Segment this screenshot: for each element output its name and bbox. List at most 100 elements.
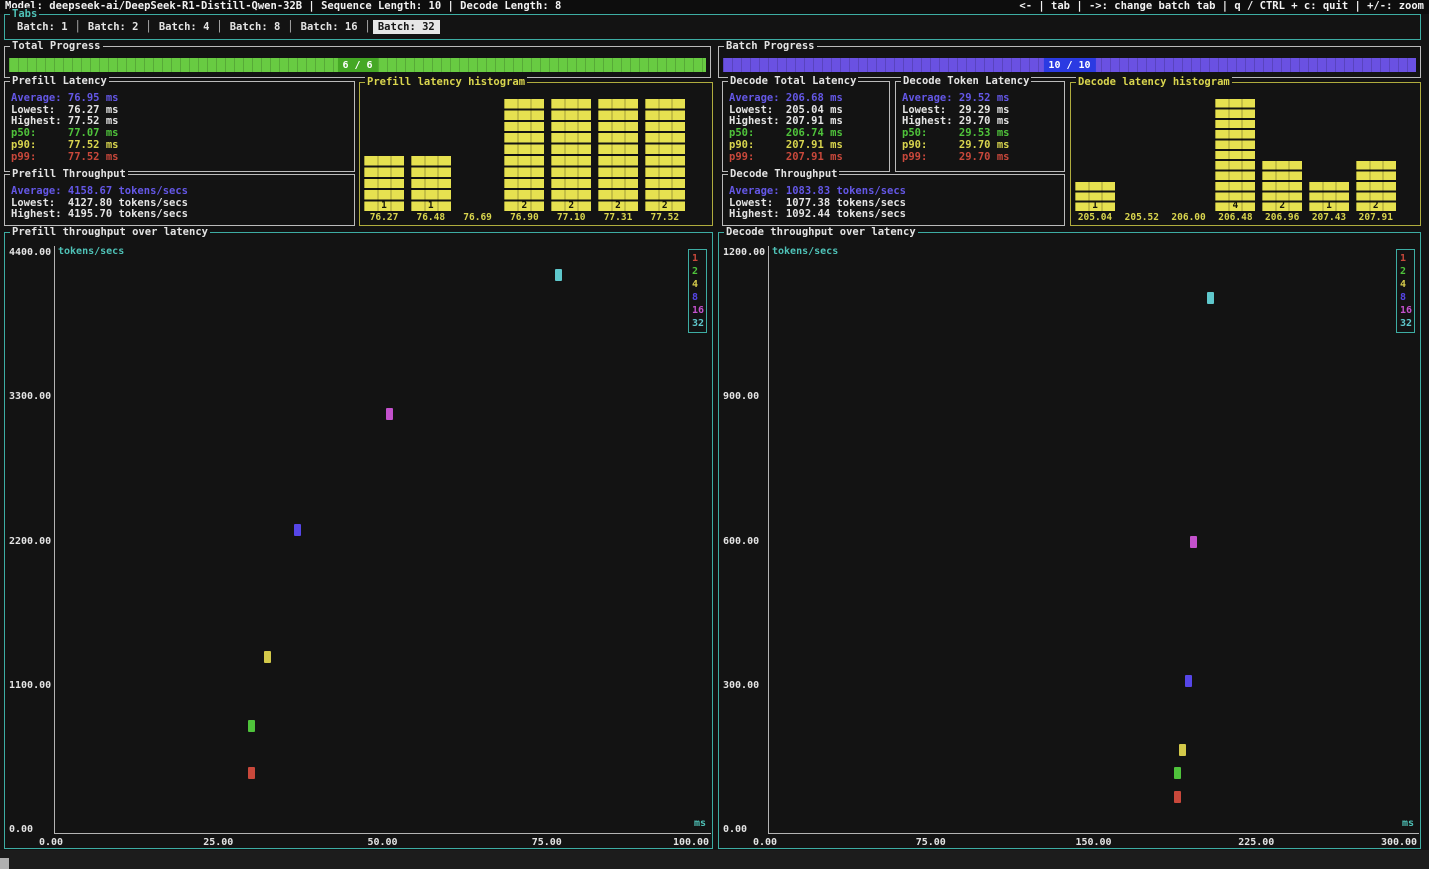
y-tick-label: 300.00: [723, 680, 769, 692]
decode-token-latency-box: Decode Token Latency Average: 29.52 msLo…: [895, 81, 1065, 172]
histogram-bin-label: 207.43: [1309, 212, 1349, 223]
y-tick-label: 4400.00: [9, 247, 55, 259]
stat-row: Average: 206.68 ms: [729, 93, 886, 105]
y-tick-label: 600.00: [723, 536, 769, 548]
stat-row: p90: 77.52 ms: [11, 140, 351, 152]
histogram-bar: 2: [645, 99, 685, 211]
histogram-bar: 2: [1356, 161, 1396, 211]
scatter-point-batch-2: [1174, 767, 1181, 779]
stat-row: Average: 29.52 ms: [902, 93, 1061, 105]
histogram-bin-label: 76.27: [364, 212, 404, 223]
y-tick-label: 3300.00: [9, 391, 55, 403]
total-progress-bar: 6 / 6: [9, 58, 706, 72]
prefill-histogram-plot: 176.27176.4876.69276.90277.10277.31277.5…: [360, 83, 712, 225]
y-tick-label: 2200.00: [9, 536, 55, 548]
histogram-bar: 2: [598, 99, 638, 211]
tab-batch-32[interactable]: Batch: 32: [373, 20, 440, 34]
histogram-bin-label: 77.31: [598, 212, 638, 223]
tab-batch-4[interactable]: Batch: 4: [154, 20, 215, 34]
decode-scatter-plot: tokens/secsms0.00300.00600.00900.001200.…: [719, 233, 1420, 848]
chart-legend: 12481632: [688, 249, 707, 333]
legend-entry-batch-32: 32: [1400, 317, 1414, 330]
decode-total-latency-box: Decode Total Latency Average: 206.68 msL…: [722, 81, 890, 172]
tab-divider: │: [214, 21, 224, 33]
stat-row: Average: 4158.67 tokens/secs: [11, 186, 351, 198]
scatter-point-batch-32: [1207, 292, 1214, 304]
prefill-latency-rows: Average: 76.95 msLowest: 76.27 msHighest…: [11, 93, 351, 163]
x-tick-label: 100.00: [673, 837, 709, 849]
histogram-bar-count: 2: [504, 201, 544, 210]
histogram-bar-count: 2: [1356, 202, 1396, 210]
y-tick-label: 1100.00: [9, 680, 55, 692]
histogram-bin-label: 76.90: [504, 212, 544, 223]
legend-entry-batch-16: 16: [692, 304, 706, 317]
legend-entry-batch-8: 8: [692, 291, 706, 304]
stat-row: p90: 207.91 ms: [729, 140, 886, 152]
tab-divider: │: [143, 21, 153, 33]
total-progress-label: 6 / 6: [337, 58, 377, 72]
tab-batch-16[interactable]: Batch: 16: [296, 20, 363, 34]
stat-row: p99: 29.70 ms: [902, 152, 1061, 164]
histogram-bar: 1: [1075, 182, 1115, 211]
legend-entry-batch-4: 4: [692, 278, 706, 291]
model-info: Model: deepseek-ai/DeepSeek-R1-Distill-Q…: [5, 0, 561, 14]
x-axis-unit-label: ms: [1402, 818, 1414, 830]
y-tick-label: 1200.00: [723, 247, 769, 259]
terminal-screen: Model: deepseek-ai/DeepSeek-R1-Distill-Q…: [0, 0, 1429, 869]
legend-entry-batch-1: 1: [692, 252, 706, 265]
histogram-bin-label: 207.91: [1356, 212, 1396, 223]
x-tick-label: 225.00: [1238, 837, 1274, 849]
keybinding-help: <- | tab | ->: change batch tab | q / CT…: [1019, 0, 1424, 14]
chart-legend: 12481632: [1396, 249, 1415, 333]
terminal-bottom-strip: [0, 850, 1429, 869]
decode-histogram-plot: 1205.04205.52206.004206.482206.961207.43…: [1071, 83, 1420, 225]
decode-token-latency-rows: Average: 29.52 msLowest: 29.29 msHighest…: [902, 93, 1061, 163]
total-progress-title: Total Progress: [10, 40, 103, 53]
x-tick-label: 300.00: [1381, 837, 1417, 849]
decode-throughput-box: Decode Throughput Average: 1083.83 token…: [722, 174, 1065, 226]
histogram-bar-count: 2: [598, 201, 638, 210]
histogram-bar: 1: [1309, 182, 1349, 211]
histogram-bin-label: 206.00: [1169, 212, 1209, 223]
tabs-box: Tabs Batch: 1│Batch: 2│Batch: 4│Batch: 8…: [4, 14, 1421, 40]
legend-entry-batch-2: 2: [692, 265, 706, 278]
tab-divider: │: [363, 21, 373, 33]
legend-entry-batch-32: 32: [692, 317, 706, 330]
decode-total-latency-rows: Average: 206.68 msLowest: 205.04 msHighe…: [729, 93, 886, 163]
stat-row: Average: 1083.83 tokens/secs: [729, 186, 1061, 198]
total-progress-box: Total Progress 6 / 6: [4, 46, 711, 78]
stat-row: Highest: 1092.44 tokens/secs: [729, 209, 1061, 221]
stat-row: p99: 207.91 ms: [729, 152, 886, 164]
scrollbar-thumb[interactable]: [0, 858, 9, 869]
tab-batch-1[interactable]: Batch: 1: [12, 20, 73, 34]
histogram-bin-label: 205.52: [1122, 212, 1162, 223]
histogram-bin-label: 77.52: [645, 212, 685, 223]
batch-progress-box: Batch Progress 10 / 10: [718, 46, 1421, 78]
y-tick-label: 0.00: [723, 824, 769, 836]
histogram-bar-count: 1: [1075, 202, 1115, 210]
prefill-throughput-title: Prefill Throughput: [10, 168, 128, 181]
legend-entry-batch-1: 1: [1400, 252, 1414, 265]
x-tick-label: 0.00: [39, 837, 63, 849]
scatter-point-batch-4: [264, 651, 271, 663]
legend-entry-batch-16: 16: [1400, 304, 1414, 317]
stat-row: p99: 77.52 ms: [11, 152, 351, 164]
scatter-point-batch-8: [1185, 675, 1192, 687]
legend-entry-batch-4: 4: [1400, 278, 1414, 291]
batch-progress-label: 10 / 10: [1043, 58, 1095, 72]
histogram-bar: 2: [1262, 161, 1302, 211]
stat-row: Highest: 4195.70 tokens/secs: [11, 209, 351, 221]
decode-throughput-title: Decode Throughput: [728, 168, 839, 181]
tab-divider: │: [285, 21, 295, 33]
x-tick-label: 75.00: [532, 837, 562, 849]
prefill-scatter-chart: Prefill throughput over latency tokens/s…: [4, 232, 713, 849]
histogram-bar-count: 1: [364, 201, 404, 210]
x-tick-label: 0.00: [753, 837, 777, 849]
scatter-point-batch-8: [294, 524, 301, 536]
scatter-point-batch-16: [386, 408, 393, 420]
histogram-bar-count: 1: [411, 201, 451, 210]
tab-batch-2[interactable]: Batch: 2: [83, 20, 144, 34]
x-axis-unit-label: ms: [694, 818, 706, 830]
tab-batch-8[interactable]: Batch: 8: [225, 20, 286, 34]
histogram-bin-label: 206.96: [1262, 212, 1302, 223]
